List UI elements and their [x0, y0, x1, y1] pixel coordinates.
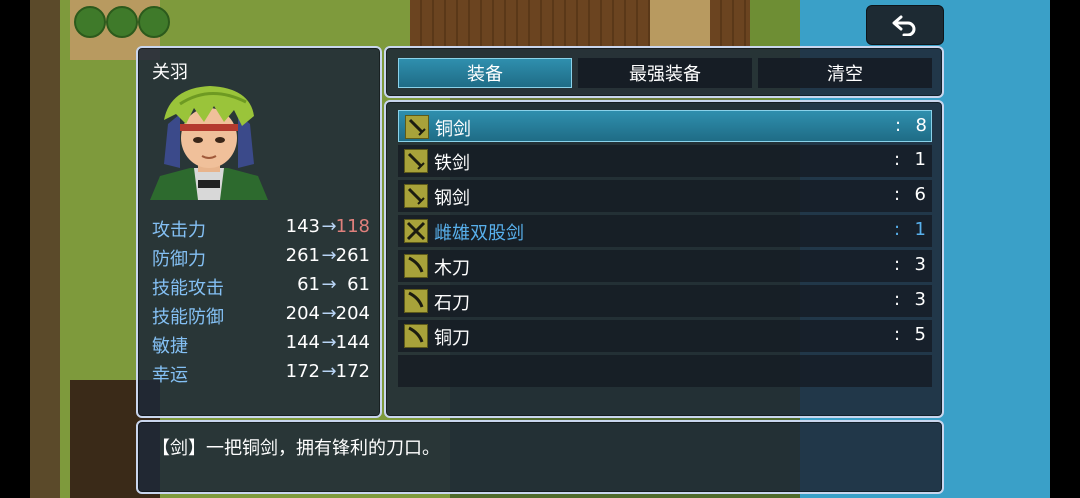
item-row[interactable]: 铁剑 : 1 [398, 145, 932, 177]
stat-current-value: 204 [285, 303, 320, 324]
sword-icon [405, 115, 429, 139]
item-count: 6 [914, 184, 926, 205]
item-count: 1 [914, 149, 926, 170]
sword-icon [404, 149, 428, 173]
stat-label: 技能防御 [152, 307, 224, 328]
stat-current-value: 144 [285, 332, 320, 353]
item-count: 3 [914, 254, 926, 275]
stat-label: 敏捷 [152, 336, 188, 357]
item-colon: : [894, 254, 901, 275]
stat-row-skill-defense: 技能防御 204 → 204 [152, 303, 374, 331]
status-window: 关羽 攻击力 143 → 118 防御力 261 → 261 技能攻击 61 →… [136, 46, 382, 418]
crossed-swords-icon [404, 219, 428, 243]
item-name: 铜剑 [435, 119, 471, 140]
stat-row-skill-attack: 技能攻击 61 → 61 [152, 274, 374, 302]
item-row[interactable]: 木刀 : 3 [398, 250, 932, 282]
item-count: 3 [914, 289, 926, 310]
item-colon: : [894, 149, 901, 170]
item-description: 【剑】一把铜剑，拥有锋利的刀口。 [152, 438, 440, 459]
stat-label: 技能攻击 [152, 278, 224, 299]
stat-current-value: 143 [285, 216, 320, 237]
stat-current-value: 61 [297, 274, 320, 295]
item-count: 1 [914, 219, 926, 240]
item-colon: : [894, 219, 901, 240]
stat-new-value: 204 [335, 303, 370, 324]
equip-command[interactable]: 装备 [398, 58, 572, 88]
item-colon: : [894, 289, 901, 310]
blade-icon [404, 254, 428, 278]
stat-current-value: 261 [285, 245, 320, 266]
item-list-window: 铜剑 : 8 铁剑 : 1 钢剑 : 6 雌雄双股剑 : 1 木刀 : 3 石刀… [384, 100, 944, 418]
item-row[interactable]: 石刀 : 3 [398, 285, 932, 317]
clear-command[interactable]: 清空 [758, 58, 932, 88]
actor-name: 关羽 [152, 62, 188, 83]
item-row[interactable]: 钢剑 : 6 [398, 180, 932, 212]
command-window: 装备 最强装备 清空 [384, 46, 944, 98]
stat-label: 幸运 [152, 365, 188, 386]
stat-new-value: 144 [335, 332, 370, 353]
stat-row-luck: 幸运 172 → 172 [152, 361, 374, 389]
item-row[interactable]: 雌雄双股剑 : 1 [398, 215, 932, 247]
stat-label: 防御力 [152, 249, 206, 270]
sword-icon [404, 184, 428, 208]
blade-icon [404, 324, 428, 348]
item-count: 5 [914, 324, 926, 345]
back-button[interactable] [866, 5, 944, 45]
item-name: 铜刀 [434, 328, 470, 349]
stat-row-agility: 敏捷 144 → 144 [152, 332, 374, 360]
help-window: 【剑】一把铜剑，拥有锋利的刀口。 [136, 420, 944, 494]
item-colon: : [894, 324, 901, 345]
stat-current-value: 172 [285, 361, 320, 382]
empty-item-row[interactable] [398, 355, 932, 387]
stat-row-defense: 防御力 261 → 261 [152, 245, 374, 273]
item-name: 钢剑 [434, 188, 470, 209]
actor-face-portrait [150, 84, 268, 200]
back-arrow-icon [892, 15, 916, 36]
stat-new-value: 118 [335, 216, 370, 237]
item-colon: : [895, 115, 902, 136]
item-row[interactable]: 铜刀 : 5 [398, 320, 932, 352]
item-colon: : [894, 184, 901, 205]
item-name: 雌雄双股剑 [434, 223, 524, 244]
item-row[interactable]: 铜剑 : 8 [398, 110, 932, 142]
stat-new-value: 172 [335, 361, 370, 382]
stat-new-value: 261 [335, 245, 370, 266]
item-count: 8 [915, 115, 927, 136]
item-name: 石刀 [434, 293, 470, 314]
item-name: 木刀 [434, 258, 470, 279]
stat-label: 攻击力 [152, 220, 206, 241]
blade-icon [404, 289, 428, 313]
stat-new-value: 61 [347, 274, 370, 295]
item-name: 铁剑 [434, 153, 470, 174]
optimize-command[interactable]: 最强装备 [578, 58, 752, 88]
stat-row-attack: 攻击力 143 → 118 [152, 216, 374, 244]
